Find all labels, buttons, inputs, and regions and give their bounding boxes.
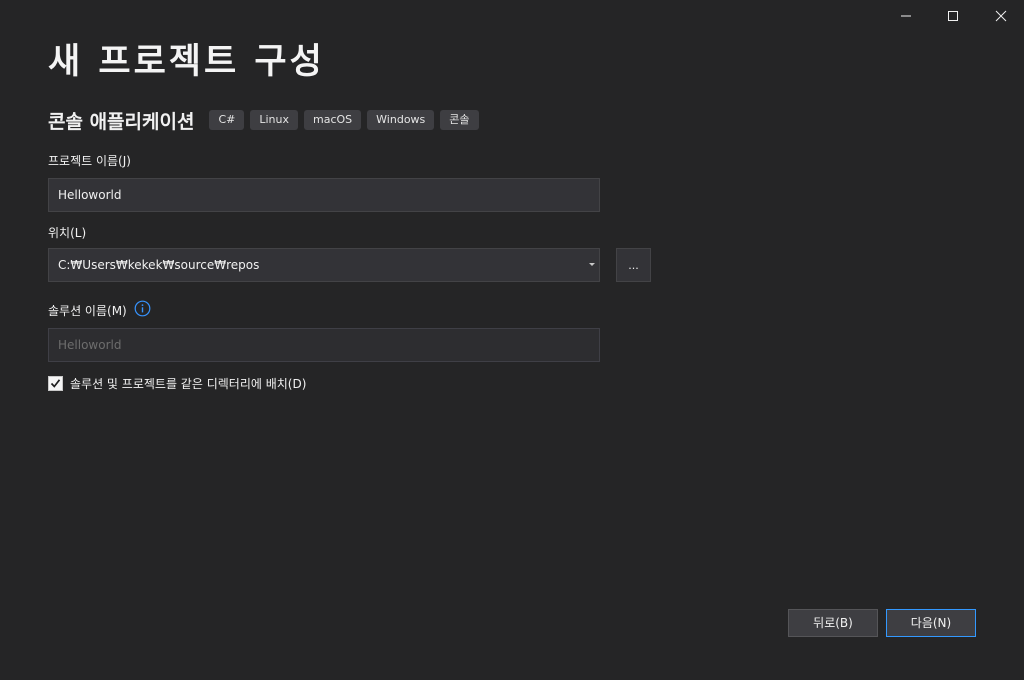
info-icon[interactable] [134,300,151,320]
back-button[interactable]: 뒤로(B) [788,609,878,637]
template-name: 콘솔 애플리케이션 [48,110,195,133]
same-directory-option[interactable]: 솔루션 및 프로젝트를 같은 디렉터리에 배치(D) [48,374,306,392]
solution-name-label: 솔루션 이름(M) [48,303,127,318]
location-label: 위치(L) [48,226,87,240]
template-tag: Windows [367,110,435,130]
solution-name-input: Helloworld [48,328,600,362]
checkmark-icon [50,378,61,388]
page-title: 새 프로젝트 구성 [48,42,325,82]
same-directory-checkbox[interactable] [48,375,63,391]
chevron-down-icon[interactable] [589,263,595,266]
template-tag: 콘솔 [440,110,479,130]
close-icon [995,10,1007,22]
template-tag: Linux [250,110,299,130]
maximize-button[interactable] [930,0,976,32]
configure-project-window: 새 프로젝트 구성 콘솔 애플리케이션 C# Linux macOS Windo… [0,0,1024,680]
template-tag: macOS [304,110,362,130]
location-value: C:₩Users₩kekek₩source₩repos [58,258,260,272]
project-name-input[interactable]: Helloworld [48,178,600,212]
template-summary: 콘솔 애플리케이션 C# Linux macOS Windows 콘솔 [48,106,485,134]
project-name-label: 프로젝트 이름(J) [48,154,131,168]
solution-name-label-row: 솔루션 이름(M) [48,300,151,320]
minimize-icon [901,15,911,17]
same-directory-label: 솔루션 및 프로젝트를 같은 디렉터리에 배치(D) [70,376,307,391]
next-button[interactable]: 다음(N) [886,609,976,637]
minimize-button[interactable] [883,0,929,32]
maximize-icon [948,11,958,21]
template-tag: C# [209,110,245,130]
location-combobox[interactable]: C:₩Users₩kekek₩source₩repos [48,248,600,282]
browse-location-button[interactable]: ... [616,248,651,282]
close-button[interactable] [978,0,1024,32]
